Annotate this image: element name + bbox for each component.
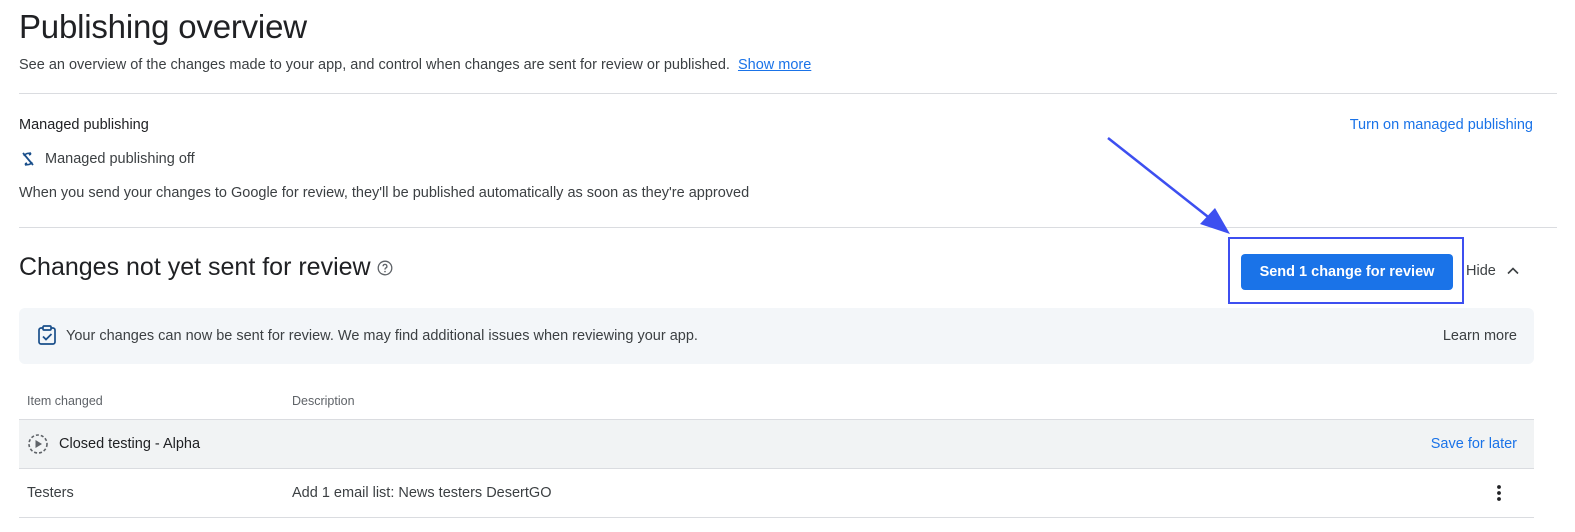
turn-on-managed-publishing-link[interactable]: Turn on managed publishing: [1350, 117, 1533, 133]
save-for-later-link[interactable]: Save for later: [1431, 436, 1517, 452]
changes-table: Item changed Description Closed testing …: [19, 384, 1534, 518]
hide-button[interactable]: Hide: [1466, 263, 1520, 279]
cell-description: Add 1 email list: News testers DesertGO: [292, 485, 552, 501]
play-circle-icon: [27, 433, 49, 455]
sync-disabled-icon: [19, 150, 37, 168]
hide-button-label: Hide: [1466, 263, 1496, 279]
managed-publishing-description: When you send your changes to Google for…: [19, 185, 750, 201]
column-header-item-changed: Item changed: [27, 394, 103, 408]
more-vert-icon[interactable]: [1491, 483, 1507, 503]
table-header: Item changed Description: [19, 384, 1534, 420]
annotation-arrow: [1107, 137, 1230, 234]
managed-publishing-title: Managed publishing: [19, 117, 149, 133]
page-subtitle: See an overview of the changes made to y…: [19, 57, 811, 73]
show-more-link[interactable]: Show more: [738, 57, 811, 73]
page-title: Publishing overview: [19, 8, 307, 45]
divider: [19, 93, 1557, 94]
section-title: Changes not yet sent for review: [19, 253, 393, 282]
divider: [19, 227, 1557, 228]
learn-more-link[interactable]: Learn more: [1443, 328, 1517, 344]
column-header-description: Description: [292, 394, 355, 408]
table-group-row: Closed testing - Alpha Save for later: [19, 420, 1534, 469]
banner-text: Your changes can now be sent for review.…: [66, 328, 698, 344]
help-icon[interactable]: [377, 260, 393, 276]
managed-publishing-status-label: Managed publishing off: [45, 151, 195, 167]
table-row: Testers Add 1 email list: News testers D…: [19, 469, 1534, 518]
send-for-review-button[interactable]: Send 1 change for review: [1241, 254, 1453, 290]
subtitle-text: See an overview of the changes made to y…: [19, 57, 730, 73]
info-banner: Your changes can now be sent for review.…: [19, 308, 1534, 364]
group-label: Closed testing - Alpha: [59, 436, 201, 452]
managed-publishing-status: Managed publishing off: [19, 150, 195, 168]
cell-item-changed: Testers: [27, 485, 74, 501]
clipboard-check-icon: [36, 324, 58, 346]
section-title-text: Changes not yet sent for review: [19, 253, 371, 281]
chevron-up-icon: [1506, 264, 1520, 278]
